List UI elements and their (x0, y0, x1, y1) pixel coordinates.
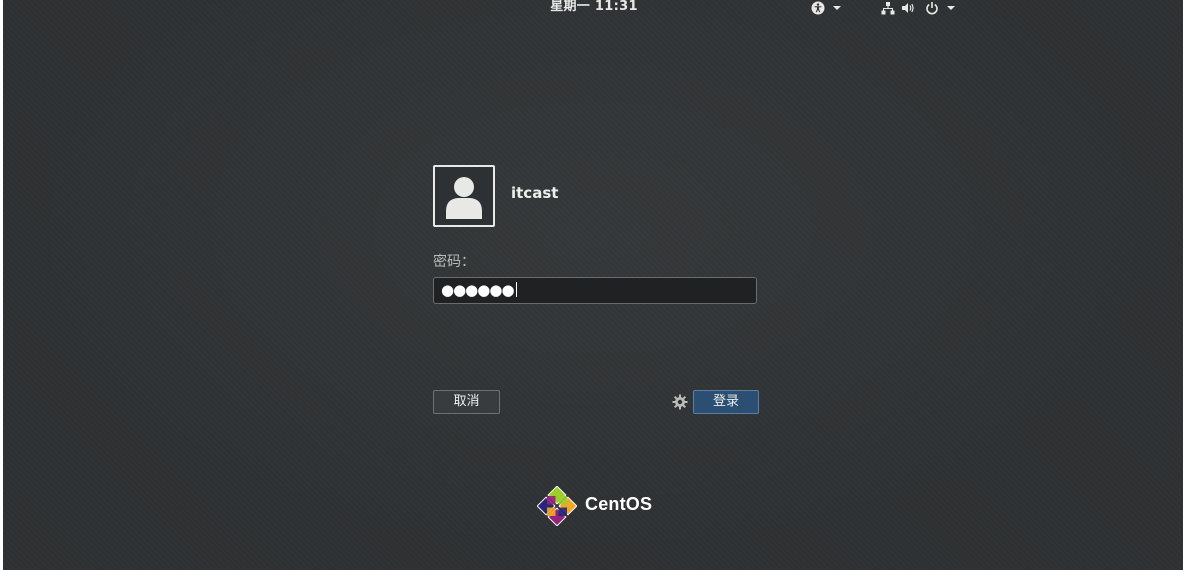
chevron-down-icon (833, 6, 841, 10)
login-button[interactable]: 登录 (693, 390, 759, 414)
chevron-down-icon (947, 6, 955, 10)
password-mask: ●●●●●● (441, 281, 517, 300)
user-icon (446, 177, 482, 219)
centos-wordmark: CentOS (585, 494, 653, 514)
accessibility-icon (811, 1, 825, 15)
volume-icon (902, 3, 914, 13)
clock-text: 星期一 11:31 (550, 0, 638, 14)
gear-icon[interactable] (672, 394, 688, 410)
text-caret (515, 282, 517, 297)
accessibility-menu[interactable] (811, 0, 841, 16)
centos-logo-icon (537, 486, 577, 526)
password-input[interactable]: ●●●●●● (433, 277, 757, 304)
system-status-menu[interactable] (881, 0, 955, 16)
network-icon (881, 2, 895, 15)
password-label: 密码： (433, 254, 475, 270)
username-label: itcast (511, 184, 559, 202)
cancel-button[interactable]: 取消 (433, 390, 500, 414)
power-icon (926, 2, 938, 15)
user-avatar (433, 165, 495, 227)
clock[interactable]: 星期一 11:31 (3, 0, 1183, 18)
password-dots: ●●●●●● (441, 281, 515, 299)
login-screen: 星期一 11:31 itcast 密码： ●●●●●● 取消 登录 CentOS (3, 0, 1183, 570)
